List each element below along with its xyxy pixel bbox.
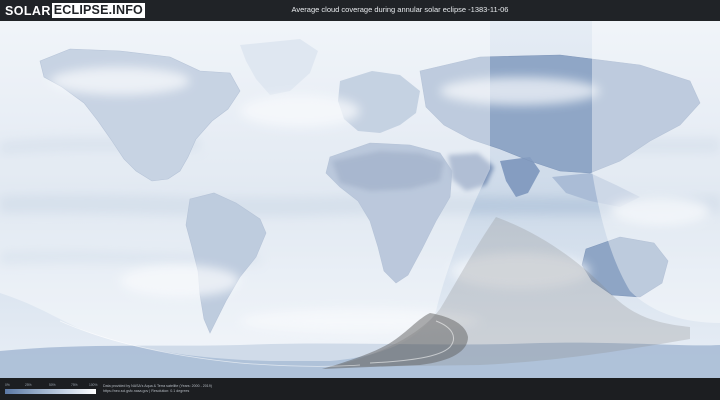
cloud-coverage-map [0,21,720,378]
cloud-coverage-legend-bar [5,389,96,394]
legend-tick-25: 25% [25,383,32,387]
eclipse-visibility-overlay [0,21,720,369]
logo-solar-text: SOLAR [5,3,51,18]
legend-tick-0: 0% [5,383,10,387]
logo-eclipse-text: ECLIPSE.INFO [51,3,145,18]
legend-tick-50: 50% [49,383,56,387]
header-bar: SOLAR ECLIPSE.INFO Average cloud coverag… [0,0,720,21]
attribution-line-2: https://neo.sci.gsfc.nasa.gov | Resoluti… [103,389,190,393]
legend-tick-100: 100% [89,383,98,387]
data-attribution: Data provided by NASA's Aqua & Terra sat… [103,384,212,394]
page-title: Average cloud coverage during annular so… [291,5,509,14]
daylight-veil [0,21,490,361]
legend-tick-75: 75% [71,383,78,387]
site-logo[interactable]: SOLAR ECLIPSE.INFO [5,3,145,18]
